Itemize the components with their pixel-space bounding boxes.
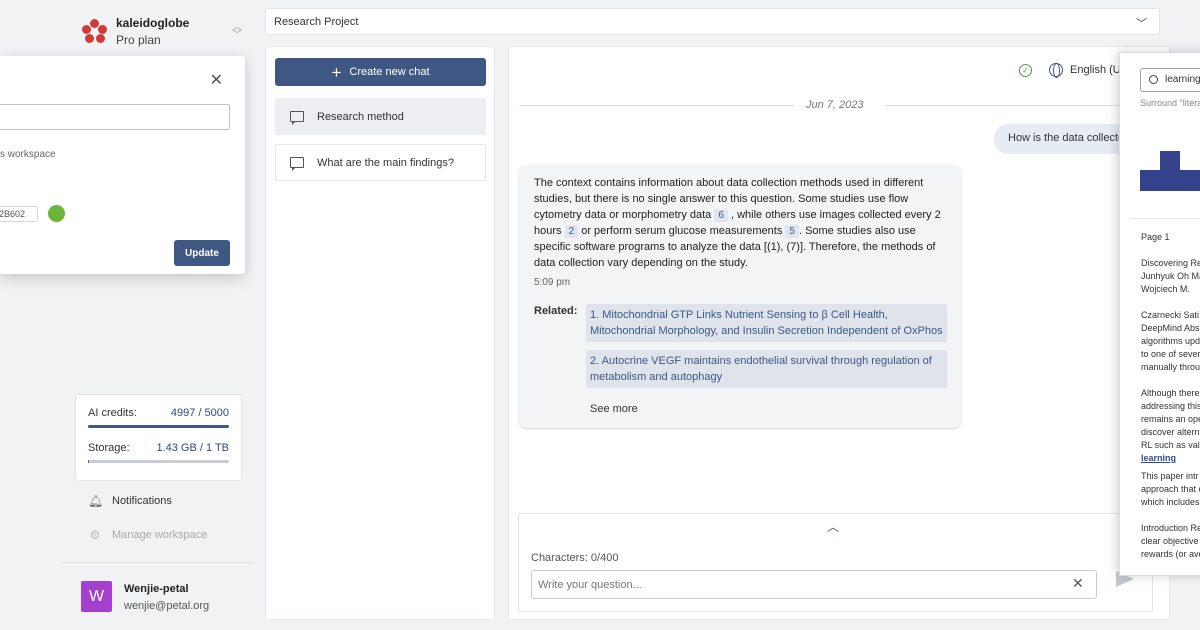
manage-workspace-label: Manage workspace <box>112 529 208 541</box>
popup-hint: s workspace <box>0 149 56 160</box>
page-label: Page 1 <box>1141 232 1170 242</box>
avatar: W <box>81 581 112 612</box>
ai-credits-bar-fill <box>88 425 229 428</box>
create-new-chat-button[interactable]: + Create new chat <box>275 58 486 86</box>
pdf-text-line: to one of sever <box>1141 349 1200 359</box>
pdf-page: Page 1 Discovering Re Junhyuk Oh Ma Wojcie… <box>1130 218 1200 578</box>
gear-icon: ⚙ <box>89 528 101 542</box>
storage-value: 1.43 GB / 1 TB <box>156 442 229 454</box>
chat-item-label: What are the main findings? <box>317 156 454 169</box>
pdf-text-line: remains an ope <box>1141 414 1200 424</box>
notifications-label: Notifications <box>112 495 172 507</box>
histogram-bar <box>1140 170 1160 191</box>
workspace-switcher[interactable]: kaleidoglobe Pro plan ︿ ﹀ <box>82 16 242 47</box>
viewer-search-value: learning <box>1165 74 1200 85</box>
color-swatch[interactable] <box>48 205 65 222</box>
citation-badge[interactable]: 2 <box>564 225 579 238</box>
search-hits-histogram <box>1140 149 1200 191</box>
answer-text: or perform serum glucose measurements <box>578 225 786 237</box>
user-name: Wenjie-petal <box>124 583 189 595</box>
storage-label: Storage: <box>88 442 130 454</box>
user-email: wenjie@petal.org <box>124 600 210 612</box>
pdf-text-line: This paper intr <box>1141 471 1199 481</box>
chat-bubble-icon <box>290 157 304 171</box>
pdf-text-line: Junhyuk Oh Ma <box>1141 271 1200 281</box>
pdf-text-line: algorithms upd <box>1141 336 1200 346</box>
histogram-bar <box>1160 151 1180 191</box>
citation-badge[interactable]: 6 <box>714 209 728 222</box>
histogram-bar <box>1180 170 1200 191</box>
chevron-updown-icon[interactable]: ︿ ﹀ <box>232 23 242 41</box>
date-separator: Jun 7, 2023 <box>519 99 1139 113</box>
pdf-text-line: Introduction Re <box>1141 523 1200 533</box>
globe-icon[interactable] <box>1049 63 1063 78</box>
pdf-text-line: Wojciech M. <box>1141 284 1190 294</box>
manage-workspace-link[interactable]: ⚙ Manage workspace <box>88 528 208 542</box>
search-highlight[interactable]: learning <box>1141 452 1176 465</box>
chat-list-panel: + Create new chat Research method What a… <box>265 46 495 620</box>
pdf-text-line: which includes <box>1141 497 1200 507</box>
assistant-message: The context contains information about d… <box>519 165 961 428</box>
question-input[interactable] <box>531 570 1097 599</box>
storage-bar <box>88 460 229 463</box>
pdf-text-line: Although there <box>1141 388 1200 398</box>
brand-logo-icon <box>82 18 108 45</box>
chat-bubble-icon <box>290 111 304 125</box>
related-paper-link[interactable]: 2. Autocrine VEGF maintains endothelial … <box>586 350 947 388</box>
chat-item-main-findings[interactable]: What are the main findings? <box>275 144 486 181</box>
workspace-settings-popup: ✕ s workspace 2B602 Update <box>0 56 245 274</box>
check-circle-icon: ✓ <box>1019 64 1032 77</box>
pdf-text-line: Discovering Re <box>1141 258 1200 268</box>
pdf-text-line: rewards (or ave <box>1141 549 1200 559</box>
clear-icon[interactable]: ✕ <box>1072 575 1084 592</box>
citation-badge[interactable]: 5 <box>785 225 799 238</box>
related-paper-link[interactable]: 1. Mitochondrial GTP Links Nutrient Sens… <box>586 304 947 342</box>
workspace-name: kaleidoglobe <box>116 16 190 30</box>
usage-card: AI credits: 4997 / 5000 Storage: 1.43 GB… <box>75 394 242 481</box>
search-icon <box>1149 75 1158 84</box>
related-label: Related: <box>534 305 578 317</box>
workspace-plan: Pro plan <box>116 33 161 47</box>
pdf-text-line: RL such as val <box>1141 440 1200 450</box>
plus-icon: + <box>331 62 342 82</box>
ai-credits-value: 4997 / 5000 <box>170 407 229 419</box>
message-time: 5:09 pm <box>534 277 571 288</box>
viewer-search-input[interactable]: learning <box>1140 68 1200 92</box>
pdf-text-line: discover altern <box>1141 427 1200 437</box>
ai-credits-bar <box>88 425 229 428</box>
user-profile[interactable]: W Wenjie-petal wenjie@petal.org <box>62 562 255 630</box>
character-count: Characters: 0/400 <box>531 552 619 564</box>
chat-item-label: Research method <box>317 110 404 123</box>
see-more-link[interactable]: See more <box>590 403 638 415</box>
workspace-name-field[interactable] <box>0 104 230 130</box>
update-button[interactable]: Update <box>174 240 230 266</box>
create-new-chat-label: Create new chat <box>349 66 430 78</box>
ai-credits-label: AI credits: <box>88 407 137 419</box>
assistant-answer: The context contains information about d… <box>534 175 946 271</box>
pdf-text-line: DeepMind Abs <box>1141 323 1200 333</box>
chat-panel: ✓ English (US) Jun 7, 2023 How is the da… <box>508 46 1170 620</box>
bell-icon: 🔔︎ <box>88 494 104 508</box>
pdf-text-line: manually throu <box>1141 362 1200 372</box>
pdf-text-line: Czarnecki Sati <box>1141 310 1200 320</box>
project-name: Research Project <box>274 16 359 28</box>
composer: ︿ Characters: 0/400 ✕ <box>518 513 1153 612</box>
pdf-text-line: clear objective <box>1141 536 1199 546</box>
close-icon[interactable]: ✕ <box>210 70 223 90</box>
pdf-text-line: addressing this <box>1141 401 1200 411</box>
notifications-link[interactable]: 🔔︎ Notifications <box>88 494 172 508</box>
date-label: Jun 7, 2023 <box>806 99 864 111</box>
color-code-field[interactable]: 2B602 <box>0 206 38 222</box>
viewer-search-hint: Surround "literal <box>1140 98 1200 108</box>
storage-bar-fill <box>88 460 89 463</box>
chevron-up-icon[interactable]: ︿ <box>827 518 839 535</box>
chat-item-research-method[interactable]: Research method <box>275 98 486 135</box>
pdf-viewer: learning Surround "literal Page 1 Discov… <box>1119 52 1200 576</box>
project-select[interactable]: Research Project ﹀ <box>265 8 1160 35</box>
pdf-text-line: approach that c <box>1141 484 1200 494</box>
chevron-down-icon: ﹀ <box>1136 18 1147 30</box>
